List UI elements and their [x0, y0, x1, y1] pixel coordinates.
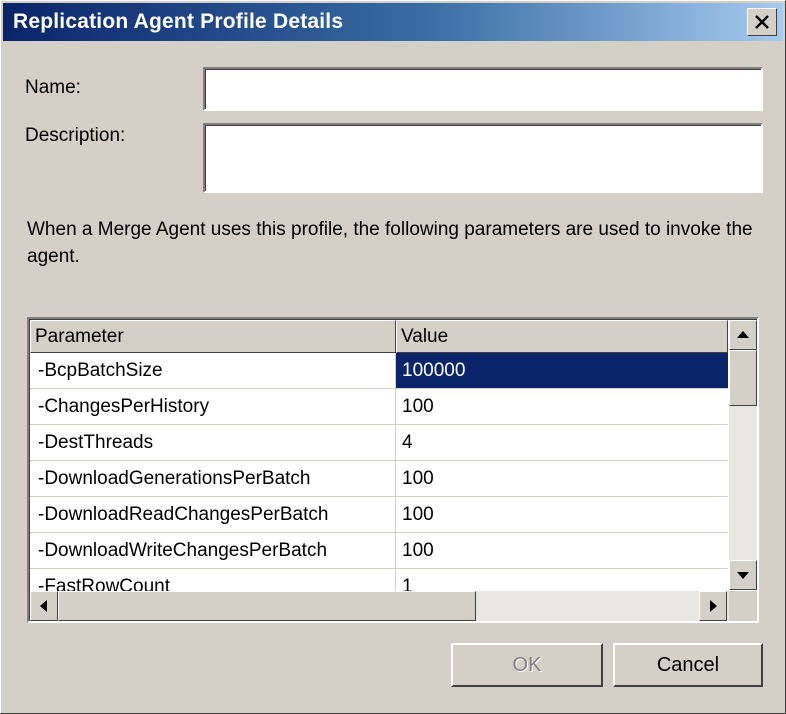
horizontal-scrollbar[interactable] — [30, 591, 729, 621]
info-text: When a Merge Agent uses this profile, th… — [27, 219, 753, 267]
scroll-up-button[interactable] — [729, 320, 757, 350]
close-button[interactable] — [747, 8, 777, 36]
window-title: Replication Agent Profile Details — [13, 10, 344, 33]
parameter-grid[interactable]: Parameter Value -BcpBatchSize 100000 -Ch… — [27, 317, 759, 623]
table-row[interactable]: -ChangesPerHistory 100 — [30, 389, 728, 425]
arrow-right-icon — [710, 600, 717, 612]
value-cell[interactable]: 100 — [396, 461, 728, 496]
arrow-up-icon — [737, 331, 749, 338]
scroll-down-button[interactable] — [729, 560, 757, 590]
ok-button-label: OK — [512, 654, 542, 676]
value-cell[interactable]: 100000 — [396, 353, 728, 388]
close-icon — [755, 15, 769, 29]
value-cell[interactable]: 100 — [396, 389, 728, 424]
name-field[interactable] — [203, 67, 763, 111]
table-row[interactable]: -DownloadReadChangesPerBatch 100 — [30, 497, 728, 533]
cancel-button-label: Cancel — [656, 654, 720, 676]
table-row[interactable]: -DownloadWriteChangesPerBatch 100 — [30, 533, 728, 569]
title-bar[interactable]: Replication Agent Profile Details — [3, 3, 783, 41]
horizontal-scroll-thumb[interactable] — [58, 591, 476, 621]
param-cell[interactable]: -DownloadWriteChangesPerBatch — [30, 533, 396, 568]
param-cell[interactable]: -DownloadGenerationsPerBatch — [30, 461, 396, 496]
param-cell[interactable]: -BcpBatchSize — [30, 353, 396, 388]
cancel-button[interactable]: Cancel — [613, 643, 763, 687]
column-header-parameter[interactable]: Parameter — [30, 320, 396, 353]
value-cell[interactable]: 4 — [396, 425, 728, 460]
column-header-value[interactable]: Value — [396, 320, 728, 353]
arrow-down-icon — [737, 572, 749, 579]
table-row[interactable]: -DestThreads 4 — [30, 425, 728, 461]
value-cell[interactable]: 100 — [396, 533, 728, 568]
param-cell[interactable]: -ChangesPerHistory — [30, 389, 396, 424]
vertical-scrollbar[interactable] — [729, 320, 757, 590]
vertical-scroll-thumb[interactable] — [729, 350, 757, 406]
value-cell[interactable]: 100 — [396, 497, 728, 532]
param-cell[interactable]: -DownloadReadChangesPerBatch — [30, 497, 396, 532]
param-cell[interactable]: -DestThreads — [30, 425, 396, 460]
dialog-window: Replication Agent Profile Details Name: … — [0, 0, 786, 714]
scroll-right-button[interactable] — [699, 591, 727, 621]
description-field[interactable] — [203, 123, 763, 193]
table-row[interactable]: -DownloadGenerationsPerBatch 100 — [30, 461, 728, 497]
table-row[interactable]: -BcpBatchSize 100000 — [30, 353, 728, 389]
scroll-left-button[interactable] — [30, 591, 58, 621]
ok-button[interactable]: OK — [451, 643, 603, 687]
name-label: Name: — [25, 77, 81, 98]
description-label: Description: — [25, 125, 126, 146]
scrollbar-corner — [729, 591, 757, 621]
arrow-left-icon — [40, 600, 47, 612]
